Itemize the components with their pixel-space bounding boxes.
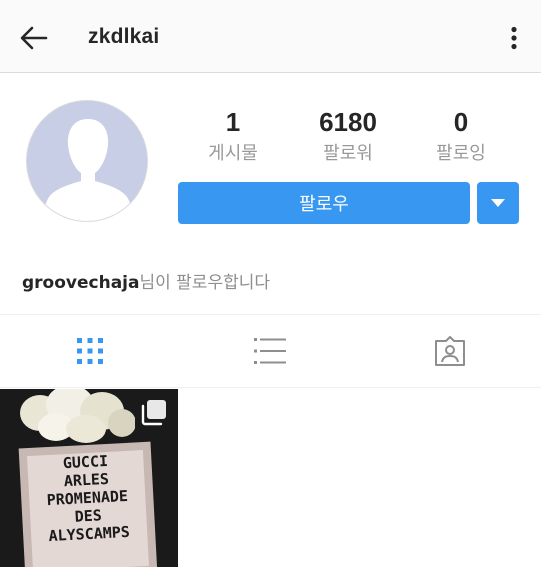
follow-button[interactable]: 팔로우 [178,182,470,224]
followed-by-text: groovechaja님이 팔로우합니다 [22,268,270,293]
default-user-silhouette-icon [27,101,147,221]
vertical-ellipsis-icon [511,26,517,50]
stat-followers-count: 6180 [319,107,377,137]
tagged-person-icon [435,336,465,366]
poster-image: GUCCI ARLES PROMENADE DES ALYSCAMPS [18,441,158,567]
flowers-image [20,389,135,443]
arrow-left-icon [20,26,48,50]
profile-tab-bar [0,314,541,388]
poster-text: GUCCI ARLES PROMENADE DES ALYSCAMPS [29,450,146,546]
stat-following-count: 0 [453,107,469,137]
followed-by-username[interactable]: groovechaja [22,273,139,293]
tab-grid[interactable] [0,315,180,387]
multiple-photos-icon [141,400,166,426]
suggested-users-dropdown-button[interactable] [477,182,519,224]
top-bar: zkdlkai [0,0,541,73]
back-button[interactable] [16,20,52,56]
stat-followers-label: 팔로워 [323,143,373,164]
stat-posts-label: 게시물 [208,143,258,164]
stat-posts-count: 1 [225,107,241,137]
caret-down-icon [491,199,505,207]
profile-username: zkdlkai [88,25,160,48]
grid-icon [77,338,103,364]
list-icon [254,338,286,364]
stat-posts[interactable]: 1 게시물 [178,106,288,166]
post-thumbnail[interactable]: GUCCI ARLES PROMENADE DES ALYSCAMPS [0,389,178,567]
stat-following-label: 팔로잉 [436,143,486,164]
stat-following[interactable]: 0 팔로잉 [406,106,516,166]
stat-followers[interactable]: 6180 팔로워 [293,106,403,166]
tab-tagged[interactable] [360,315,540,387]
followed-by-suffix: 님이 팔로우합니다 [139,273,271,293]
more-options-button[interactable] [498,20,530,56]
tab-list[interactable] [180,315,360,387]
profile-avatar[interactable] [26,100,148,222]
